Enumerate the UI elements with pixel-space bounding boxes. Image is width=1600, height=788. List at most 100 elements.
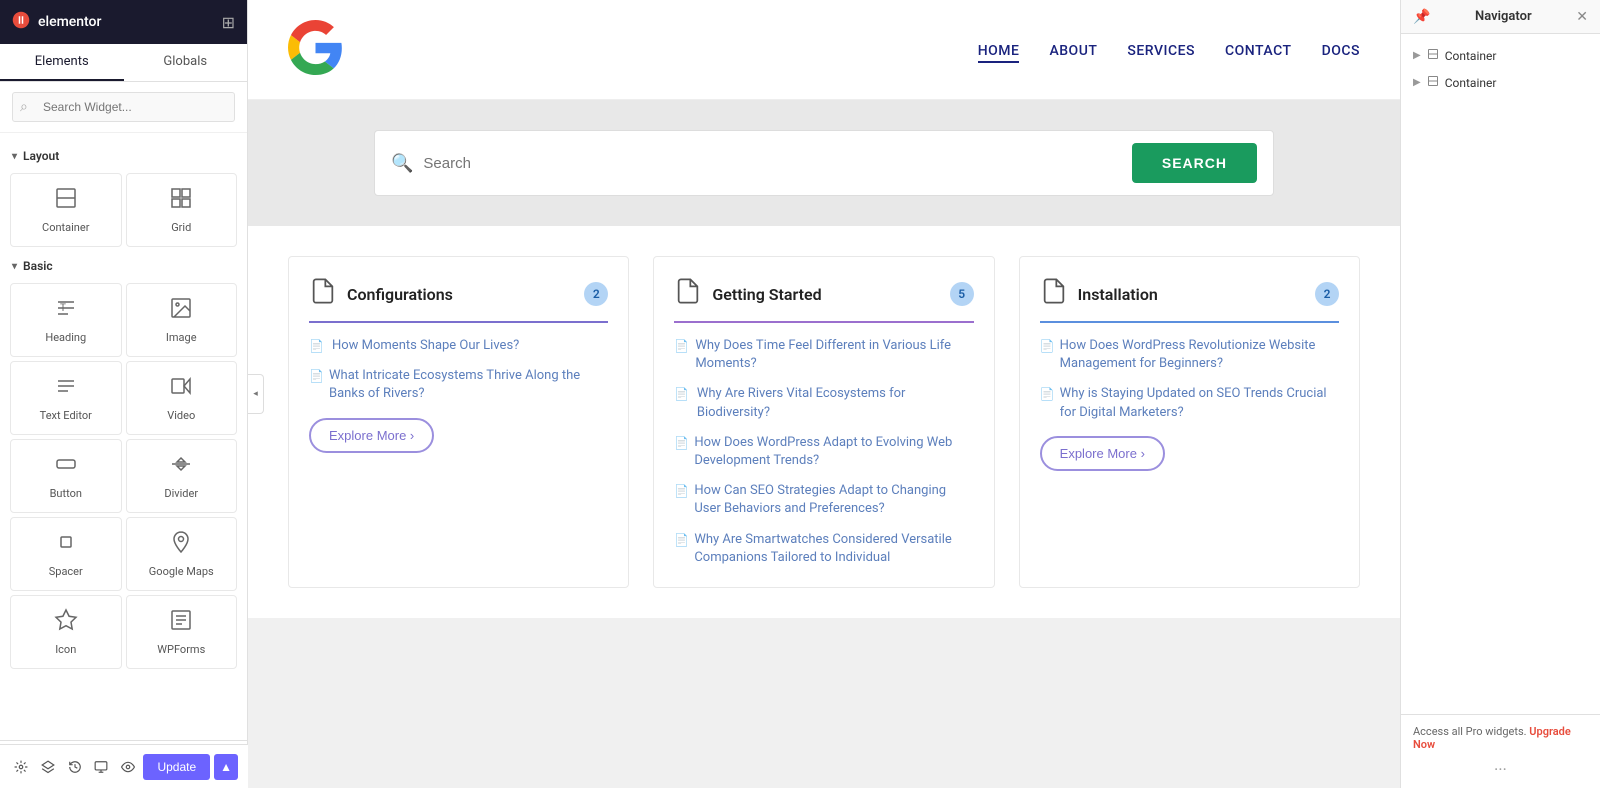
- doc-icon: 📄: [674, 436, 686, 450]
- button-icon: [54, 452, 78, 481]
- layers-toolbar-btn[interactable]: [37, 751, 60, 783]
- basic-widgets-grid: T Heading Image Text Editor: [0, 279, 247, 673]
- grid-icon[interactable]: ⊞: [222, 13, 235, 32]
- navigator-close-btn[interactable]: ✕: [1576, 8, 1588, 25]
- widget-icon[interactable]: Icon: [10, 595, 122, 669]
- container-nav-icon-2: [1427, 75, 1439, 90]
- nav-contact[interactable]: CONTACT: [1225, 43, 1292, 59]
- gs-item-1[interactable]: Why Does Time Feel Different in Various …: [695, 337, 973, 373]
- site-logo: [288, 20, 343, 79]
- config-items: 📄 How Moments Shape Our Lives? 📄 What In…: [309, 337, 608, 404]
- nav-home[interactable]: HOME: [978, 43, 1020, 63]
- list-item: 📄 How Can SEO Strategies Adapt to Changi…: [674, 482, 973, 518]
- nav-docs[interactable]: DOCS: [1322, 43, 1360, 59]
- video-label: Video: [167, 409, 195, 422]
- list-item: 📄 What Intricate Ecosystems Thrive Along…: [309, 367, 608, 403]
- install-item-2[interactable]: Why is Staying Updated on SEO Trends Cru…: [1060, 385, 1339, 421]
- widget-spacer[interactable]: Spacer: [10, 517, 122, 591]
- gs-item-3[interactable]: How Does WordPress Adapt to Evolving Web…: [694, 434, 973, 470]
- spacer-label: Spacer: [49, 565, 83, 578]
- container-icon: [54, 186, 78, 215]
- sidebar-logo: elementor: [12, 11, 101, 34]
- config-explore-btn[interactable]: Explore More ›: [309, 418, 434, 453]
- widget-google-maps[interactable]: Google Maps: [126, 517, 238, 591]
- config-count: 2: [584, 282, 608, 306]
- nav-about[interactable]: ABOUT: [1049, 43, 1097, 59]
- config-item-2[interactable]: What Intricate Ecosystems Thrive Along t…: [329, 367, 608, 403]
- getting-started-icon: [674, 277, 702, 311]
- search-button[interactable]: SEARCH: [1132, 143, 1257, 183]
- heading-label: Heading: [45, 331, 86, 344]
- navigator-dots: ...: [1413, 751, 1588, 778]
- navigator-header: 📌 Navigator ✕: [1401, 0, 1600, 34]
- image-icon: [169, 296, 193, 325]
- elementor-title: elementor: [38, 14, 101, 30]
- container-label: Container: [42, 221, 89, 234]
- responsive-toolbar-btn[interactable]: [90, 751, 113, 783]
- widget-text-editor[interactable]: Text Editor: [10, 361, 122, 435]
- tab-globals[interactable]: Globals: [124, 44, 248, 81]
- navigator-items: ▶ Container ▶ Container: [1401, 34, 1600, 714]
- history-toolbar-btn[interactable]: [63, 751, 86, 783]
- collapse-sidebar-btn[interactable]: ◂: [248, 374, 264, 414]
- widget-container[interactable]: Container: [10, 173, 122, 247]
- navigator-item-container-2[interactable]: ▶ Container: [1401, 69, 1600, 96]
- gs-item-4[interactable]: How Can SEO Strategies Adapt to Changing…: [694, 482, 973, 518]
- categories-section: Configurations 2 📄 How Moments Shape Our…: [248, 226, 1400, 618]
- sidebar-content: Layout Container Grid Basic: [0, 133, 247, 740]
- doc-icon: 📄: [674, 387, 689, 401]
- category-header-getting-started: Getting Started 5: [674, 277, 973, 323]
- config-name: Configurations: [347, 285, 453, 304]
- nav-services[interactable]: SERVICES: [1127, 43, 1195, 59]
- doc-icon: 📄: [674, 339, 687, 353]
- widget-wpforms[interactable]: WPForms: [126, 595, 238, 669]
- chevron-up-button[interactable]: ▲: [214, 754, 238, 780]
- search-bar: 🔍 SEARCH: [374, 130, 1274, 196]
- widget-video[interactable]: Video: [126, 361, 238, 435]
- gs-item-5[interactable]: Why Are Smartwatches Considered Versatil…: [694, 531, 973, 567]
- grid-widget-icon: [169, 186, 193, 215]
- widget-grid[interactable]: Grid: [126, 173, 238, 247]
- navigator-item-container-1[interactable]: ▶ Container: [1401, 42, 1600, 69]
- category-header-config: Configurations 2: [309, 277, 608, 323]
- tab-elements[interactable]: Elements: [0, 44, 124, 81]
- list-item: 📄 How Does WordPress Revolutionize Websi…: [1040, 337, 1339, 373]
- installation-icon: [1040, 277, 1068, 311]
- expand-arrow-1: ▶: [1413, 50, 1421, 61]
- widget-heading[interactable]: T Heading: [10, 283, 122, 357]
- sidebar: elementor ⊞ Elements Globals Layout: [0, 0, 248, 788]
- categories-grid: Configurations 2 📄 How Moments Shape Our…: [288, 256, 1360, 588]
- widget-search-wrapper: [0, 82, 247, 133]
- installation-explore-btn[interactable]: Explore More ›: [1040, 436, 1165, 471]
- list-item: 📄 Why Are Smartwatches Considered Versat…: [674, 531, 973, 567]
- main-content: ◂ HOME ABOUT SERVICES CONTACT DOCS 🔍 SEA…: [248, 0, 1400, 788]
- icon-label: Icon: [55, 643, 76, 656]
- layout-widgets-grid: Container Grid: [0, 169, 247, 251]
- doc-icon: 📄: [309, 369, 321, 383]
- layout-section-title[interactable]: Layout: [0, 141, 247, 169]
- navigator-pin-icon: 📌: [1413, 9, 1430, 25]
- maps-label: Google Maps: [149, 565, 214, 578]
- install-item-1[interactable]: How Does WordPress Revolutionize Website…: [1060, 337, 1339, 373]
- spacer-icon: [54, 530, 78, 559]
- widget-button[interactable]: Button: [10, 439, 122, 513]
- search-widget-input[interactable]: [12, 92, 235, 122]
- site-search-input[interactable]: [423, 155, 1121, 172]
- widget-image[interactable]: Image: [126, 283, 238, 357]
- basic-section-title[interactable]: Basic: [0, 251, 247, 279]
- update-button[interactable]: Update: [143, 754, 210, 780]
- gs-item-2[interactable]: Why Are Rivers Vital Ecosystems for Biod…: [697, 385, 974, 421]
- site-navigation: HOME ABOUT SERVICES CONTACT DOCS: [248, 0, 1400, 100]
- grid-label: Grid: [171, 221, 191, 234]
- search-icon-main: 🔍: [391, 153, 413, 174]
- config-item-1[interactable]: How Moments Shape Our Lives?: [332, 337, 519, 355]
- widget-divider[interactable]: Divider: [126, 439, 238, 513]
- sidebar-tabs: Elements Globals: [0, 44, 247, 82]
- settings-toolbar-btn[interactable]: [10, 751, 33, 783]
- preview-toolbar-btn[interactable]: [117, 751, 140, 783]
- doc-icon: 📄: [1040, 339, 1052, 353]
- getting-started-items: 📄 Why Does Time Feel Different in Variou…: [674, 337, 973, 567]
- expand-arrow-2: ▶: [1413, 77, 1421, 88]
- navigator-panel: 📌 Navigator ✕ ▶ Container ▶ Container Ac…: [1400, 0, 1600, 788]
- divider-label: Divider: [164, 487, 198, 500]
